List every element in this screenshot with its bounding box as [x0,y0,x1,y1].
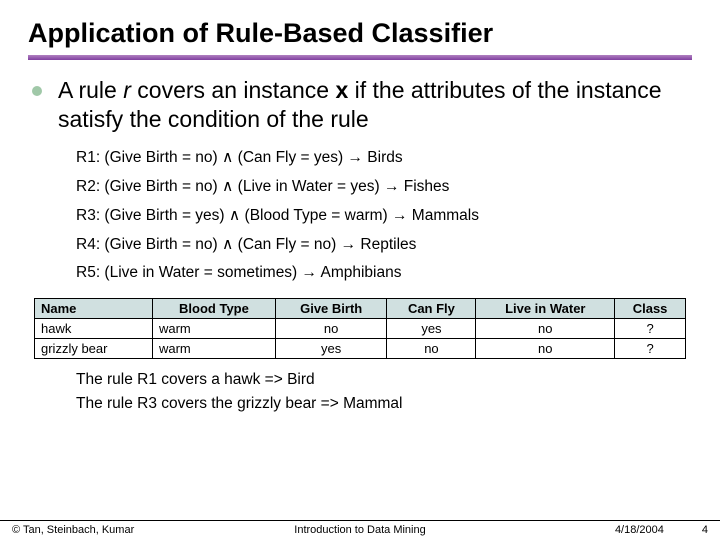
conclusion-line: The rule R1 covers a hawk => Bird [76,371,692,389]
col-givebirth: Give Birth [275,298,387,318]
col-liveinwater: Live in Water [476,298,615,318]
bullet-prefix: A rule [58,77,123,103]
rule-line: R1: (Give Birth = no) ∧ (Can Fly = yes) … [76,148,692,167]
cell-liveinwater: no [476,318,615,338]
cell-name: hawk [35,318,153,338]
footer-title: Introduction to Data Mining [294,524,425,536]
col-class: Class [615,298,686,318]
rule-line: R4: (Give Birth = no) ∧ (Can Fly = no) →… [76,235,692,254]
col-canfly: Can Fly [387,298,476,318]
table-header-row: Name Blood Type Give Birth Can Fly Live … [35,298,686,318]
cell-class: ? [615,318,686,338]
rule-line: R2: (Give Birth = no) ∧ (Live in Water =… [76,177,692,196]
cell-bloodtype: warm [152,338,275,358]
bullet-mid1: covers an instance [131,77,336,103]
footer-authors: © Tan, Steinbach, Kumar [12,524,134,536]
cell-canfly: yes [387,318,476,338]
slide-title: Application of Rule-Based Classifier [28,18,692,49]
col-name: Name [35,298,153,318]
conclusion-line: The rule R3 covers the grizzly bear => M… [76,395,692,413]
cell-name: grizzly bear [35,338,153,358]
table-row: hawk warm no yes no ? [35,318,686,338]
divider-bar [28,55,692,60]
cell-canfly: no [387,338,476,358]
cell-givebirth: no [275,318,387,338]
bullet-row: A rule r covers an instance x if the att… [28,76,692,134]
rule-line: R5: (Live in Water = sometimes) → Amphib… [76,264,692,282]
data-table: Name Blood Type Give Birth Can Fly Live … [34,298,686,359]
bullet-text: A rule r covers an instance x if the att… [58,76,692,134]
rules-list: R1: (Give Birth = no) ∧ (Can Fly = yes) … [76,148,692,282]
bullet-r: r [123,77,131,103]
cell-liveinwater: no [476,338,615,358]
col-bloodtype: Blood Type [152,298,275,318]
cell-class: ? [615,338,686,358]
bullet-icon [32,86,42,96]
conclusions: The rule R1 covers a hawk => Bird The ru… [76,371,692,413]
footer: © Tan, Steinbach, Kumar Introduction to … [0,520,720,536]
cell-bloodtype: warm [152,318,275,338]
cell-givebirth: yes [275,338,387,358]
footer-date: 4/18/2004 [615,524,664,536]
rule-line: R3: (Give Birth = yes) ∧ (Blood Type = w… [76,206,692,225]
bullet-x: x [335,77,348,103]
table-row: grizzly bear warm yes no no ? [35,338,686,358]
footer-page: 4 [702,524,708,536]
